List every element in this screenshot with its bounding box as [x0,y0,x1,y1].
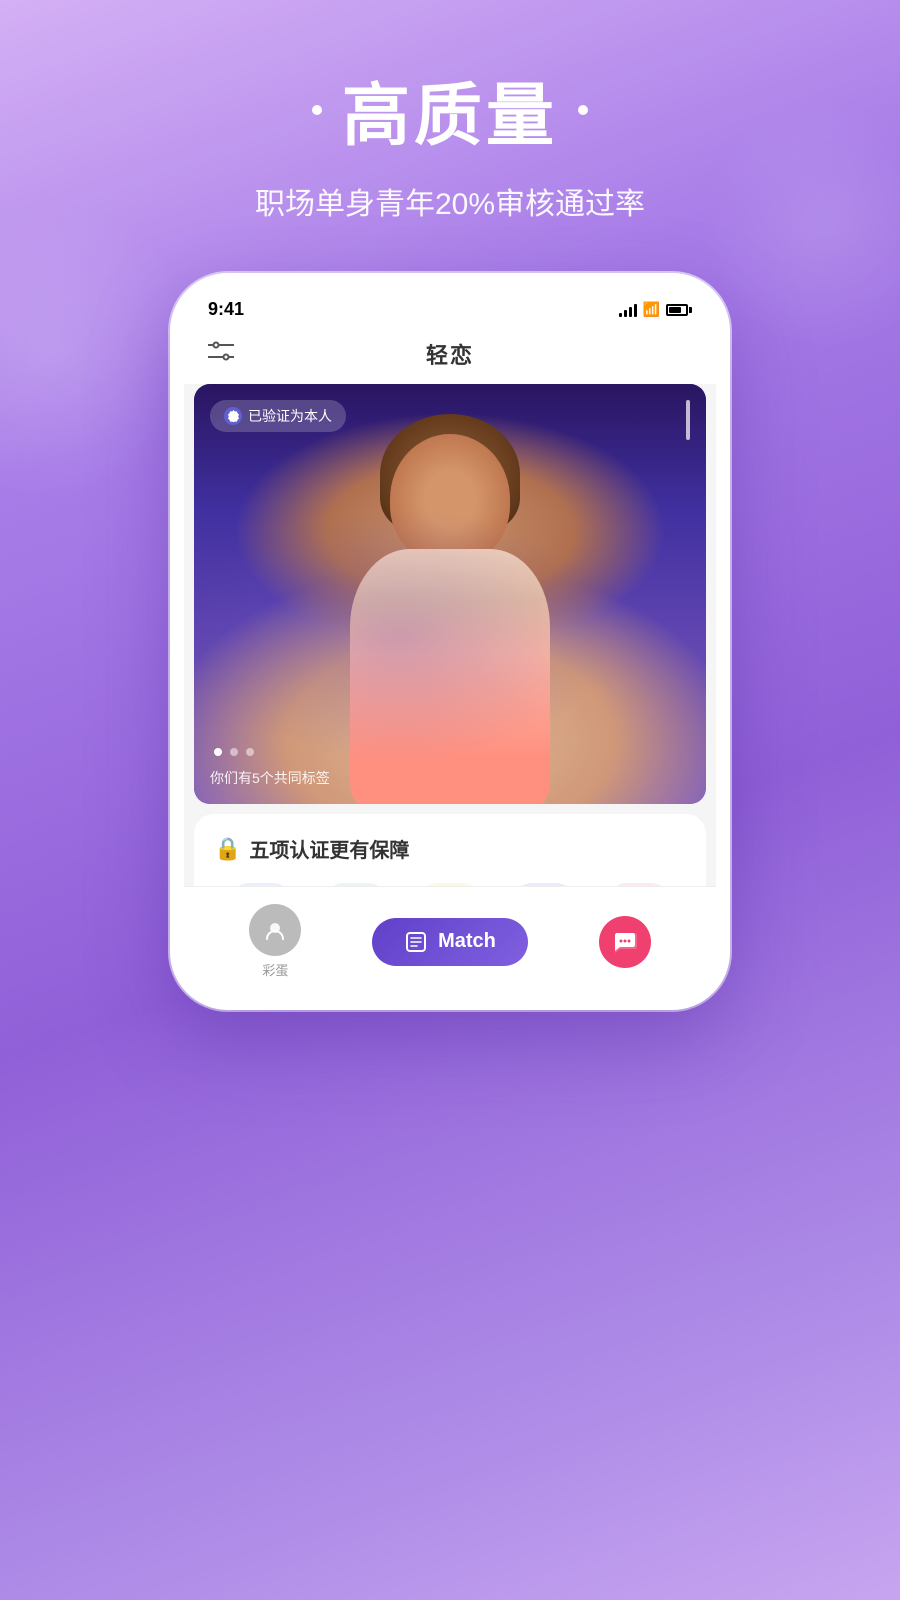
dot-right [578,105,588,115]
nav-icon-caidan[interactable] [249,904,301,956]
cert-lock-icon: 🔒 [214,836,241,862]
nav-match-label: Match [438,930,496,953]
subtitle-text: 职场单身青年20%审核通过率 [0,179,900,223]
notch [370,287,530,319]
verified-icon [224,407,242,425]
cert-title-text: 五项认证更有保障 [249,834,409,863]
verified-badge: 已验证为本人 [210,400,346,432]
phone-container: 9:41 📶 [0,273,900,1010]
signal-icon [619,303,637,317]
headline-text: 高质量 [342,60,558,159]
battery-icon [666,304,692,316]
profile-card[interactable]: 已验证为本人 你们有5个共同标签 [194,384,706,804]
verified-text: 已验证为本人 [248,406,332,426]
card-tags: 你们有5个共同标签 [210,768,330,788]
nav-match-button[interactable]: Match [372,918,528,966]
headline-row: 高质量 [0,60,900,159]
status-icons: 📶 [619,301,692,318]
status-bar: 9:41 📶 [184,287,716,328]
dot-left [312,105,322,115]
card-dot-1 [214,748,222,756]
nav-chat-button[interactable] [599,916,651,968]
nav-label-caidan: 彩蛋 [262,960,288,979]
wifi-icon: 📶 [643,301,660,318]
card-dot-3 [246,748,254,756]
app-title: 轻恋 [426,338,474,370]
phone-screen: 9:41 📶 [184,287,716,996]
card-dots [214,748,254,756]
app-header: 轻恋 [184,328,716,384]
card-indicator [686,400,690,440]
phone-mockup: 9:41 📶 [170,273,730,1010]
top-section: 高质量 职场单身青年20%审核通过率 [0,0,900,223]
cert-title-row: 🔒 五项认证更有保障 [214,834,686,863]
filter-icon[interactable] [208,340,234,368]
lighting-overlay [194,384,706,804]
bottom-nav: 彩蛋 Match [184,886,716,996]
status-time: 9:41 [208,299,244,320]
nav-item-caidan[interactable]: 彩蛋 [249,904,301,979]
card-dot-2 [230,748,238,756]
